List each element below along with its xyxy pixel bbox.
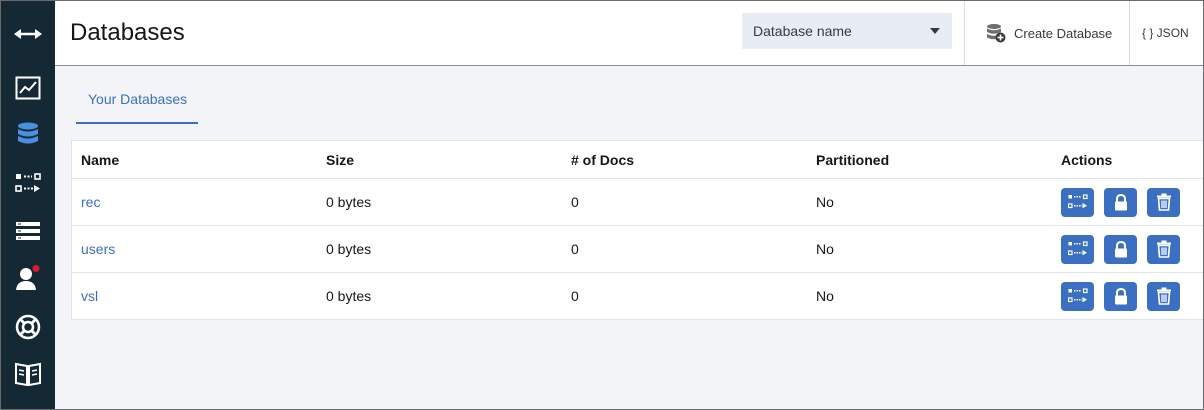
lifebuoy-icon [15, 314, 41, 340]
sidebar-item-replication[interactable] [1, 160, 55, 206]
database-size: 0 bytes [317, 225, 562, 273]
database-icon [18, 122, 38, 144]
app-frame: Databases Database name Create Database … [0, 0, 1204, 410]
delete-button[interactable] [1147, 281, 1180, 311]
table-row: rec 0 bytes 0 No [71, 178, 1203, 226]
create-database-label: Create Database [1014, 25, 1113, 41]
server-stack-icon [16, 222, 40, 240]
databases-table: Name Size # of Docs Partitioned Actions … [71, 140, 1203, 320]
tab-your-databases[interactable]: Your Databases [76, 86, 198, 124]
column-header-actions: Actions [1052, 140, 1203, 179]
sidebar-item-expand[interactable] [1, 11, 55, 57]
line-chart-icon [15, 76, 41, 100]
sidebar-item-documentation[interactable] [1, 351, 55, 397]
database-link[interactable]: rec [81, 194, 100, 210]
database-partitioned: No [807, 272, 1052, 320]
sidebar-item-active-tasks[interactable] [1, 65, 55, 111]
database-partitioned: No [807, 178, 1052, 226]
column-header-name[interactable]: Name [71, 140, 317, 179]
replication-icon [15, 173, 41, 192]
json-button[interactable]: { } JSON [1129, 1, 1203, 65]
database-size: 0 bytes [317, 272, 562, 320]
replicate-button[interactable] [1061, 187, 1094, 217]
trash-icon [1156, 287, 1171, 305]
notification-badge [32, 265, 40, 272]
replicate-icon [1067, 241, 1088, 256]
database-link[interactable]: users [81, 241, 115, 257]
replicate-icon [1067, 288, 1088, 303]
permissions-button[interactable] [1104, 187, 1137, 217]
row-actions [1061, 187, 1203, 217]
sidebar-item-user[interactable] [1, 255, 55, 301]
column-header-docs[interactable]: # of Docs [562, 140, 807, 179]
trash-icon [1156, 193, 1171, 211]
database-size: 0 bytes [317, 178, 562, 226]
database-doc-count: 0 [562, 178, 807, 226]
user-icon [16, 265, 40, 290]
database-name-select-placeholder: Database name [753, 23, 852, 39]
column-header-partitioned[interactable]: Partitioned [807, 140, 1052, 179]
json-label: { } JSON [1142, 26, 1189, 40]
add-database-icon [987, 24, 1006, 43]
sidebar [1, 1, 55, 409]
database-link[interactable]: vsl [81, 288, 98, 304]
row-actions [1061, 281, 1203, 311]
table-row: vsl 0 bytes 0 No [71, 272, 1203, 320]
create-database-button[interactable]: Create Database [964, 1, 1129, 65]
database-doc-count: 0 [562, 225, 807, 273]
lock-icon [1114, 287, 1127, 304]
expand-arrows-icon [14, 29, 42, 39]
book-icon [15, 362, 41, 386]
table-header-row: Name Size # of Docs Partitioned Actions [71, 140, 1203, 179]
lock-icon [1114, 240, 1127, 257]
lock-icon [1114, 193, 1127, 210]
database-partitioned: No [807, 225, 1052, 273]
database-doc-count: 0 [562, 272, 807, 320]
replicate-button[interactable] [1061, 234, 1094, 264]
delete-button[interactable] [1147, 234, 1180, 264]
page-header: Databases Database name Create Database … [55, 1, 1203, 66]
sidebar-item-databases[interactable] [1, 112, 55, 158]
database-name-select[interactable]: Database name [742, 13, 952, 49]
table-row: users 0 bytes 0 No [71, 225, 1203, 273]
sidebar-item-setup[interactable] [1, 208, 55, 254]
row-actions [1061, 234, 1203, 264]
sidebar-item-support[interactable] [1, 304, 55, 350]
delete-button[interactable] [1147, 187, 1180, 217]
column-header-size[interactable]: Size [317, 140, 562, 179]
permissions-button[interactable] [1104, 234, 1137, 264]
caret-down-icon [930, 28, 940, 34]
replicate-icon [1067, 194, 1088, 209]
permissions-button[interactable] [1104, 281, 1137, 311]
replicate-button[interactable] [1061, 281, 1094, 311]
trash-icon [1156, 240, 1171, 258]
page-title: Databases [70, 19, 185, 46]
